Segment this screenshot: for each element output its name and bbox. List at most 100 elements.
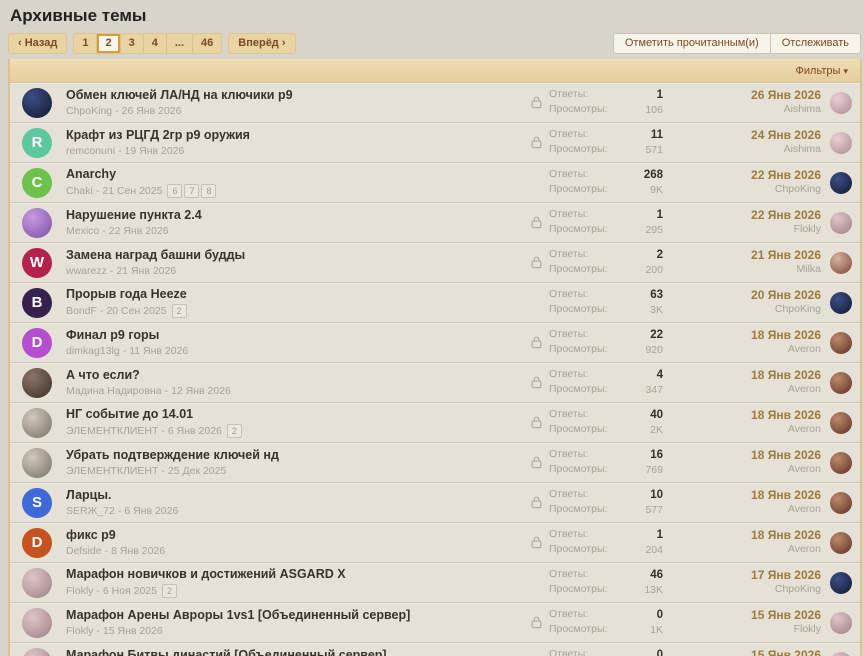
last-post-date-link[interactable]: 26 Янв 2026: [671, 88, 821, 104]
topic-author-link[interactable]: SERЖ_72: [66, 505, 115, 517]
mexico-avatar[interactable]: [22, 208, 52, 238]
topic-avatar[interactable]: S: [22, 488, 52, 518]
last-poster-name[interactable]: Milka: [671, 263, 821, 277]
last-poster-avatar[interactable]: [830, 412, 852, 434]
last-poster-name[interactable]: Aishima: [671, 143, 821, 157]
filters-dropdown[interactable]: Фильтры ▾: [796, 65, 848, 77]
last-poster-avatar[interactable]: [830, 572, 852, 594]
last-poster-name[interactable]: Flokly: [671, 623, 821, 637]
topic-avatar[interactable]: R: [22, 128, 52, 158]
topic-title-link[interactable]: Крафт из РЦГД 2гр р9 оружия: [66, 128, 523, 144]
last-poster-avatar[interactable]: [830, 332, 852, 354]
topic-title-link[interactable]: Anarchy: [66, 167, 523, 183]
last-post-date-link[interactable]: 18 Янв 2026: [671, 368, 821, 384]
last-poster-name[interactable]: ChpoKing: [671, 303, 821, 317]
topic-avatar[interactable]: D: [22, 328, 52, 358]
topic-author-link[interactable]: BondF: [66, 305, 97, 317]
topic-avatar[interactable]: B: [22, 288, 52, 318]
last-post-date-link[interactable]: 21 Янв 2026: [671, 248, 821, 264]
last-post-date-link[interactable]: 24 Янв 2026: [671, 128, 821, 144]
topic-title-link[interactable]: Убрать подтверждение ключей нд: [66, 448, 523, 464]
last-poster-name[interactable]: Averon: [671, 383, 821, 397]
pagination-back-button[interactable]: ‹ Назад: [8, 33, 67, 54]
last-poster-name[interactable]: Aishima: [671, 103, 821, 117]
topic-title-link[interactable]: Финал р9 горы: [66, 328, 523, 344]
last-poster-avatar[interactable]: [830, 172, 852, 194]
last-poster-avatar[interactable]: [830, 612, 852, 634]
topic-author-link[interactable]: wwarezz: [66, 265, 107, 277]
last-poster-avatar[interactable]: [830, 212, 852, 234]
topic-author-link[interactable]: ЭЛЕМЕНТКЛИЕНТ: [66, 425, 158, 437]
pagination-page-2[interactable]: 2: [97, 34, 120, 53]
last-poster-name[interactable]: Averon: [671, 463, 821, 477]
topic-author-link[interactable]: Мадина Надировна: [66, 385, 162, 397]
topic-author-link[interactable]: dimkag13lg: [66, 345, 120, 357]
mini-page-link[interactable]: 2: [172, 304, 187, 318]
last-poster-avatar[interactable]: [830, 532, 852, 554]
mini-page-link[interactable]: 6: [167, 184, 182, 198]
last-poster-name[interactable]: ChpoKing: [671, 583, 821, 597]
last-poster-avatar[interactable]: [830, 452, 852, 474]
last-post-date-link[interactable]: 18 Янв 2026: [671, 328, 821, 344]
pagination-page-3[interactable]: 3: [121, 34, 144, 53]
last-poster-name[interactable]: ChpoKing: [671, 183, 821, 197]
last-poster-avatar[interactable]: [830, 132, 852, 154]
topic-title-link[interactable]: Обмен ключей ЛА/НД на ключики р9: [66, 88, 523, 104]
topic-avatar[interactable]: D: [22, 528, 52, 558]
last-poster-avatar[interactable]: [830, 252, 852, 274]
topic-author-link[interactable]: ChpoKing: [66, 105, 112, 117]
pagination-page-1[interactable]: 1: [74, 34, 97, 53]
last-post-date-link[interactable]: 18 Янв 2026: [671, 488, 821, 504]
last-poster-name[interactable]: Averon: [671, 543, 821, 557]
last-poster-avatar[interactable]: [830, 492, 852, 514]
last-poster-name[interactable]: Averon: [671, 343, 821, 357]
topic-author-link[interactable]: ЭЛЕМЕНТКЛИЕНТ: [66, 465, 158, 477]
last-poster-avatar[interactable]: [830, 92, 852, 114]
chpoking-avatar[interactable]: [22, 88, 52, 118]
pagination-page-46[interactable]: 46: [193, 34, 221, 53]
topic-author-link[interactable]: Flokly: [66, 625, 93, 637]
topic-title-link[interactable]: Прорыв года Heeze: [66, 287, 523, 303]
last-post-date-link[interactable]: 18 Янв 2026: [671, 448, 821, 464]
topic-title-link[interactable]: Марафон Битвы династий [Объединенный сер…: [66, 648, 523, 656]
topic-title-link[interactable]: Марафон Арены Авроры 1vs1 [Объединенный …: [66, 608, 523, 624]
topic-title-link[interactable]: Марафон новичков и достижений ASGARD X: [66, 567, 523, 583]
mark-read-button[interactable]: Отметить прочитанным(и): [613, 33, 771, 54]
madina-avatar[interactable]: [22, 368, 52, 398]
mini-page-link[interactable]: 7: [184, 184, 199, 198]
mini-page-link[interactable]: 2: [227, 424, 242, 438]
pagination-forward-button[interactable]: Вперёд ›: [228, 33, 295, 54]
last-post-date-link[interactable]: 18 Янв 2026: [671, 408, 821, 424]
elementclient-avatar[interactable]: [22, 448, 52, 478]
elementclient-avatar[interactable]: [22, 408, 52, 438]
topic-avatar[interactable]: C: [22, 168, 52, 198]
last-poster-avatar[interactable]: [830, 372, 852, 394]
topic-title-link[interactable]: Замена наград башни будды: [66, 248, 523, 264]
topic-title-link[interactable]: фикс р9: [66, 528, 523, 544]
last-post-date-link[interactable]: 15 Янв 2026: [671, 648, 821, 656]
topic-avatar[interactable]: W: [22, 248, 52, 278]
topic-title-link[interactable]: А что если?: [66, 368, 523, 384]
last-poster-name[interactable]: Averon: [671, 503, 821, 517]
topic-author-link[interactable]: Mexico: [66, 225, 99, 237]
last-poster-avatar[interactable]: [830, 292, 852, 314]
last-post-date-link[interactable]: 17 Янв 2026: [671, 568, 821, 584]
topic-author-link[interactable]: Chaki: [66, 185, 93, 197]
last-post-date-link[interactable]: 22 Янв 2026: [671, 208, 821, 224]
topic-author-link[interactable]: remconuni: [66, 145, 115, 157]
topic-title-link[interactable]: Ларцы.: [66, 488, 523, 504]
topic-title-link[interactable]: Нарушение пункта 2.4: [66, 208, 523, 224]
last-post-date-link[interactable]: 20 Янв 2026: [671, 288, 821, 304]
flokly-avatar[interactable]: [22, 608, 52, 638]
flokly-avatar[interactable]: [22, 648, 52, 656]
follow-button[interactable]: Отслеживать: [770, 33, 861, 54]
last-poster-name[interactable]: Averon: [671, 423, 821, 437]
topic-title-link[interactable]: НГ событие до 14.01: [66, 407, 523, 423]
last-post-date-link[interactable]: 22 Янв 2026: [671, 168, 821, 184]
last-post-date-link[interactable]: 18 Янв 2026: [671, 528, 821, 544]
pagination-page-4[interactable]: 4: [144, 34, 167, 53]
topic-author-link[interactable]: Flokly: [66, 585, 93, 597]
mini-page-link[interactable]: 8: [201, 184, 216, 198]
mini-page-link[interactable]: 2: [162, 584, 177, 598]
last-post-date-link[interactable]: 15 Янв 2026: [671, 608, 821, 624]
